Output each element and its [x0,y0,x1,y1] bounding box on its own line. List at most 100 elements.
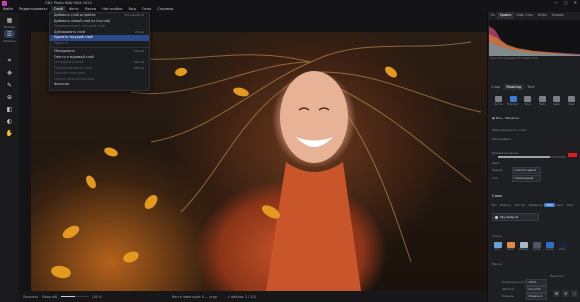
add-icon [567,96,575,102]
sky-icon [495,215,498,219]
sky-thumbnails: Утро Закат Облака Гроза Синее Ночь [492,242,568,251]
zoom-slider[interactable] [60,295,89,298]
close-button[interactable]: ✕ [574,0,577,5]
background-objects-row[interactable]: ◉ Фон - Объекты [492,116,519,120]
sky-swap-label: Sky Swap AI [500,215,519,219]
chroma-icon [553,96,561,102]
sky-thumb-label: Ночь [559,248,566,251]
status-info-2: 1 файлов: 2 / 2/2/ [227,294,257,299]
window-controls: — ▢ ✕ [554,0,577,5]
sky-thumb[interactable]: Синее [544,242,555,251]
model-select[interactable]: Модель А [526,293,547,300]
sliders-icon[interactable]: ☰ [4,30,15,38]
sky-thumb[interactable]: Гроза [531,242,542,251]
clouds-label: Облака [502,287,514,291]
sky-thumb-label: Утро [494,248,501,251]
clouds-select[interactable]: Cloud 01 [526,286,547,293]
sky-thumb-label: Облака [518,248,529,251]
mask-bottom-label: Маска [492,262,502,266]
mask-tool-label: Фон [524,103,531,106]
tab-text[interactable]: Text [524,84,537,90]
menu-delete[interactable]: Удалить [50,41,149,47]
subtab-light[interactable]: Свет [565,203,575,207]
subtab-favorites[interactable]: Избран. [498,203,513,207]
sky-swap-button[interactable]: Sky Swap AI [492,213,539,221]
mode-select[interactable]: Очистка цвета [512,167,541,174]
subtab-color[interactable]: Цвет [555,203,565,207]
mask-tool-bg[interactable]: Фон [521,96,534,106]
opacity-select[interactable]: 100% [526,279,547,286]
sky-thumb-label: Синее [545,248,554,251]
tab-layer-info[interactable]: Инф. слоя [514,12,535,19]
model-label: Модель [502,294,515,298]
tab-masking[interactable]: Masking [503,84,525,90]
sky-thumb[interactable]: Ночь [557,242,568,251]
window-title: ON1 Photo RAW MAX 2024 [45,1,92,5]
mask-tool-label: Ещё [568,103,575,106]
mask-tool-more[interactable]: Ещё [565,96,578,106]
tab-info[interactable]: Инфо [535,12,549,19]
grid-icon[interactable]: ▦ [4,16,15,24]
mask-tool-label: Небо [538,103,546,106]
histogram [489,20,580,56]
type-select[interactable]: Нормальный [512,175,541,182]
bottom-right-controls: ⚙ ↺ ⛶ [553,290,578,297]
sky-thumb-label: Закат [506,248,515,251]
menu-item-label: Объединить вниз [54,60,84,64]
sky-thumb[interactable]: Утро [492,242,503,251]
menu-filters[interactable]: Фильтры [50,82,149,88]
crop-icon[interactable]: ⌗ [4,57,15,65]
mask-tool-portrait[interactable]: Портрет [507,96,520,106]
subtab-master[interactable]: Мастер [513,203,527,207]
histogram-info: Тени 12.8 Средние 23.1 Света 15.6 [490,57,538,60]
sky-thumb-label: Гроза [532,248,541,251]
zoom-value: 100 % [91,294,102,299]
minimize-button[interactable]: — [554,0,558,5]
view-icon[interactable]: ✋ [4,129,15,137]
tab-nav[interactable]: На [488,12,497,19]
tab-levels[interactable]: Уровни [497,12,514,19]
sky-icon [538,96,546,102]
subtab-all[interactable]: Все [490,203,498,207]
left-toolbar: ▦ Browse ☰ Develop ⌗ ✥ ✎ ⊕ ◧ ◐ ✋ [0,12,20,302]
menu-item-label: Удалить текущий слой [54,35,93,39]
fullscreen-icon[interactable]: ⛶ [571,290,578,297]
right-panel: На Уровни Инф. слоя Инфо Кривые Тени 12.… [487,12,580,302]
mode-label: Режим [492,168,503,172]
sky-thumb[interactable]: Закат [505,242,516,251]
mask-tool-label: Цвет [553,103,561,106]
gradient-icon[interactable]: ◐ [4,117,15,125]
stamp-icon[interactable]: ⊕ [4,93,15,101]
histogram-graph [489,26,580,56]
subtab-effects[interactable]: Эффекты [527,203,544,207]
mask-tool-brush[interactable]: Кисть [492,96,505,106]
menu-item-label: Удалить [54,40,68,45]
mask-blend-label: Размытие маски [492,151,518,155]
preview-mode[interactable]: Показать [23,295,38,299]
style-label: Стиль [492,234,502,238]
mask-slider[interactable] [498,156,566,158]
tab-curves[interactable]: Кривые [549,12,566,19]
brush-icon[interactable]: ✎ [4,81,15,89]
tool-label-browse: Browse [4,25,15,29]
tab-layers[interactable]: Слои [488,84,503,90]
menu-item-label: Добавить слой из файла [54,13,96,17]
menu-item-label: Добавить новый слой из (пустой) [54,18,111,23]
maximize-button[interactable]: ▢ [564,0,568,5]
refresh-icon[interactable]: ↺ [562,290,569,297]
filter-subtabs: Все Избран. Мастер Эффекты Небо Цвет Све… [490,203,575,207]
menu-item-label: Разгруппировать слой [54,65,92,70]
settings-icon[interactable]: ⚙ [553,290,560,297]
eraser-icon[interactable]: ◧ [4,105,15,113]
layer-menu-dropdown: Добавить слой из файла Ctrl+Shift+O Добав… [49,12,150,91]
color-swatch[interactable] [568,153,577,157]
transform-icon[interactable]: ✥ [4,69,15,77]
status-bar: Показать Масштаб 100 % Места навигации: … [19,291,487,302]
subtab-sky[interactable]: Небо [544,203,555,207]
sky-thumb[interactable]: Облака [518,242,529,251]
mask-tool-sky[interactable]: Небо [536,96,549,106]
mask-tool-chroma[interactable]: Цвет [550,96,563,106]
mask-tool-label: Кисть [494,103,503,106]
layers-section-title: Слои [492,193,502,198]
menu-item-label: Скрыть остальные слои [54,76,95,81]
